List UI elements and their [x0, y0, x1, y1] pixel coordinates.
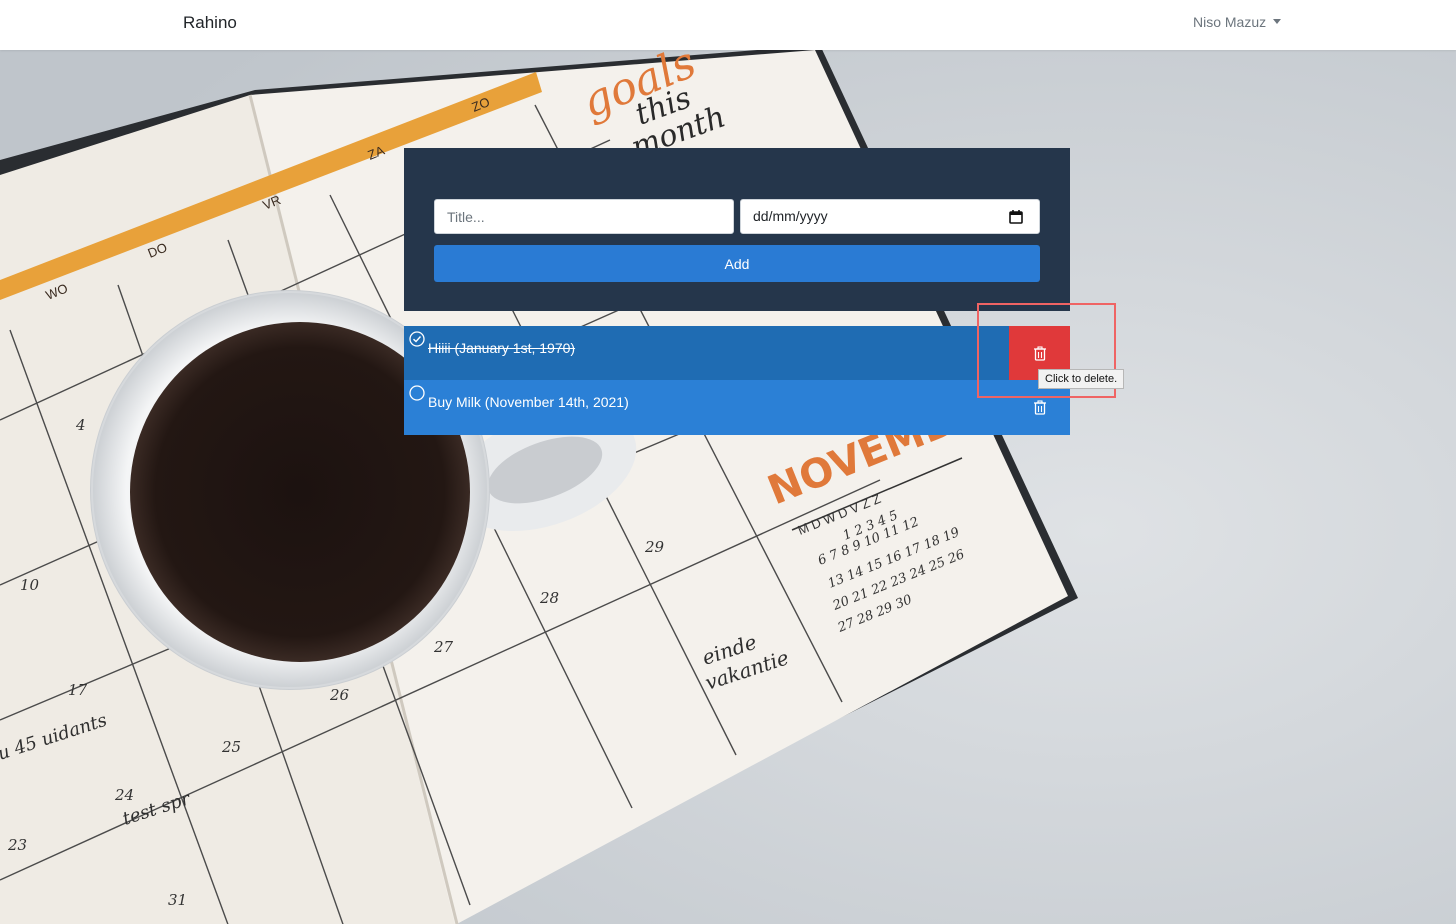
title-input[interactable]: [435, 200, 733, 233]
svg-text:29: 29: [644, 538, 665, 556]
svg-text:31: 31: [168, 891, 187, 909]
brand-link[interactable]: Rahino: [183, 12, 237, 34]
add-todo-panel: dd/mm/yyyy Add: [404, 148, 1070, 311]
svg-text:17: 17: [68, 681, 88, 699]
delete-tooltip: Click to delete.: [1038, 369, 1125, 389]
trash-icon: [1033, 400, 1046, 415]
date-input[interactable]: dd/mm/yyyy: [753, 208, 828, 224]
title-field[interactable]: [434, 199, 734, 234]
check-circle-icon[interactable]: [409, 331, 425, 347]
svg-text:10: 10: [20, 576, 40, 594]
svg-text:23: 23: [7, 836, 27, 854]
todo-label: Hiiii (January 1st, 1970): [428, 340, 576, 356]
todo-label: Buy Milk (November 14th, 2021): [428, 394, 629, 410]
circle-icon[interactable]: [409, 385, 425, 401]
user-dropdown[interactable]: Niso Mazuz: [1193, 13, 1282, 31]
svg-text:4: 4: [75, 416, 86, 434]
svg-text:27: 27: [433, 638, 454, 656]
svg-text:24: 24: [114, 786, 134, 804]
calendar-icon[interactable]: [1009, 209, 1023, 224]
svg-text:25: 25: [221, 738, 241, 756]
todo-item: Hiiii (January 1st, 1970): [404, 326, 1070, 380]
svg-text:26: 26: [329, 686, 350, 704]
svg-text:28: 28: [539, 589, 559, 607]
navbar: Rahino Niso Mazuz: [0, 0, 1456, 50]
todo-list: Hiiii (January 1st, 1970) Buy Milk (Nove…: [404, 326, 1070, 435]
todo-item: Buy Milk (November 14th, 2021): [404, 380, 1070, 435]
add-button[interactable]: Add: [434, 245, 1040, 282]
user-name: Niso Mazuz: [1193, 14, 1267, 30]
date-field[interactable]: dd/mm/yyyy: [740, 199, 1040, 234]
chevron-down-icon: [1273, 18, 1282, 24]
